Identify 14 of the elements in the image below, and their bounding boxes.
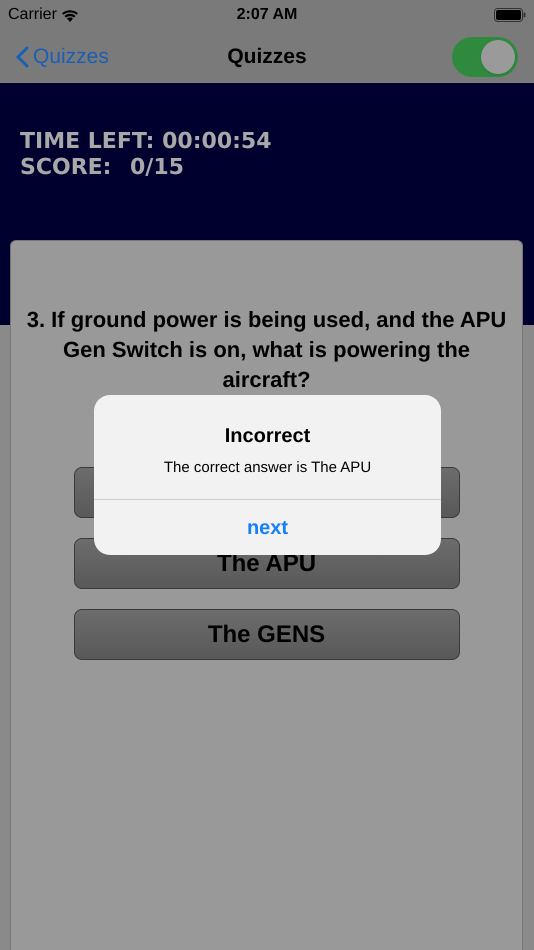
alert-title: Incorrect xyxy=(224,424,310,449)
alert-message: The correct answer is The APU xyxy=(164,458,372,478)
clock: 2:07 AM xyxy=(236,5,298,25)
time-left-label: TIME LEFT: 00:00:54 xyxy=(20,129,273,155)
answer-button[interactable]: The GENS xyxy=(74,609,460,660)
wifi-icon xyxy=(60,8,79,22)
question-text: 3. If ground power is being used, and the APU Gen Switch is on, what is powering the aircraft? xyxy=(26,306,508,394)
chevron-left-icon xyxy=(16,46,29,68)
toggle-switch[interactable] xyxy=(452,36,518,76)
score-value: 0/15 xyxy=(130,155,184,181)
score-label: SCORE: xyxy=(20,155,112,181)
nav-title: Quizzes xyxy=(227,44,307,70)
battery-icon xyxy=(494,8,526,22)
carrier-label: Carrier xyxy=(8,5,57,25)
